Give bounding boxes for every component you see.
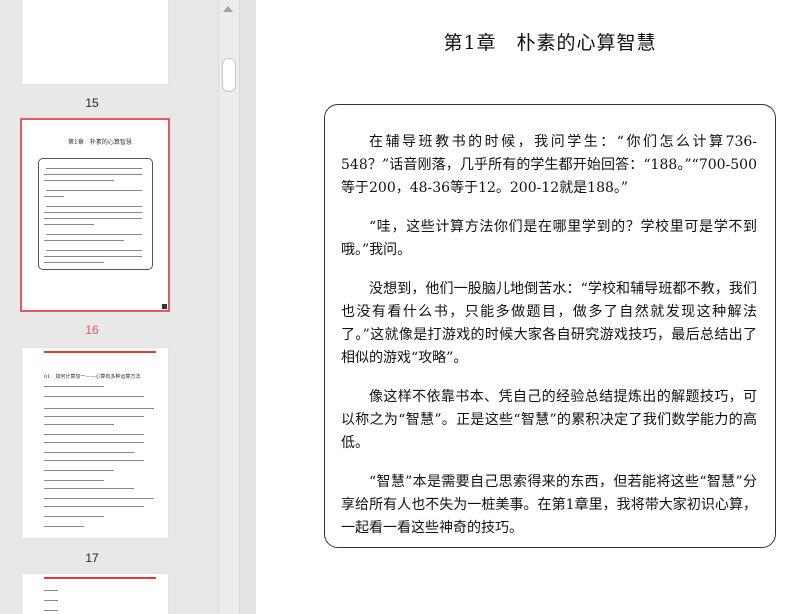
- thumbnail-sidebar: 15 第1章 朴素的心算智慧 16 01 如何计算加一——心算有多种运算方法 1…: [0, 0, 218, 614]
- page-thumbnail-17[interactable]: 01 如何计算加一——心算有多种运算方法: [22, 348, 168, 538]
- page-label-16: 16: [85, 323, 99, 337]
- paragraph: “哇，这些计算方法你们是在哪里学到的？学校里可是学不到哦。”我问。: [341, 219, 757, 258]
- page-thumbnail-15[interactable]: [22, 0, 168, 84]
- paragraph: 像这样不依靠书本、凭自己的经验总结提炼出的解题技巧，可以称之为“智慧”。正是这些…: [341, 389, 757, 451]
- page-label-17: 17: [85, 551, 99, 565]
- intro-text-box: 在辅导班教书的时候，我问学生：“你们怎么计算736-548？”话音刚落，几乎所有…: [324, 104, 776, 548]
- paragraph: “智慧”本是需要自己思索得来的东西，但若能将这些“智慧”分享给所有人也不失为一桩…: [341, 474, 757, 536]
- panel-divider[interactable]: [239, 0, 256, 614]
- page-thumbnail-18[interactable]: [22, 574, 168, 614]
- thumb-corner-marker: [162, 304, 167, 309]
- scrollbar-thumb[interactable]: [222, 58, 236, 92]
- page-thumbnail-16[interactable]: 第1章 朴素的心算智慧: [20, 118, 170, 312]
- scroll-up-arrow-icon[interactable]: [223, 6, 233, 12]
- paragraph: 没想到，他们一股脑儿地倒苦水：“学校和辅导班都不教，我们也没有看什么书，只能多做…: [341, 281, 757, 366]
- thumb-section-heading: 01 如何计算加一——心算有多种运算方法: [44, 374, 141, 380]
- document-page: 第1章 朴素的心算智慧 在辅导班教书的时候，我问学生：“你们怎么计算736-54…: [256, 0, 789, 614]
- sidebar-scrollbar[interactable]: [218, 0, 239, 614]
- thumb-chapter-title: 第1章 朴素的心算智慧: [68, 139, 132, 146]
- chapter-title: 第1章 朴素的心算智慧: [443, 32, 657, 54]
- paragraph: 在辅导班教书的时候，我问学生：“你们怎么计算736-548？”话音刚落，几乎所有…: [341, 134, 757, 196]
- page-label-15: 15: [85, 96, 99, 110]
